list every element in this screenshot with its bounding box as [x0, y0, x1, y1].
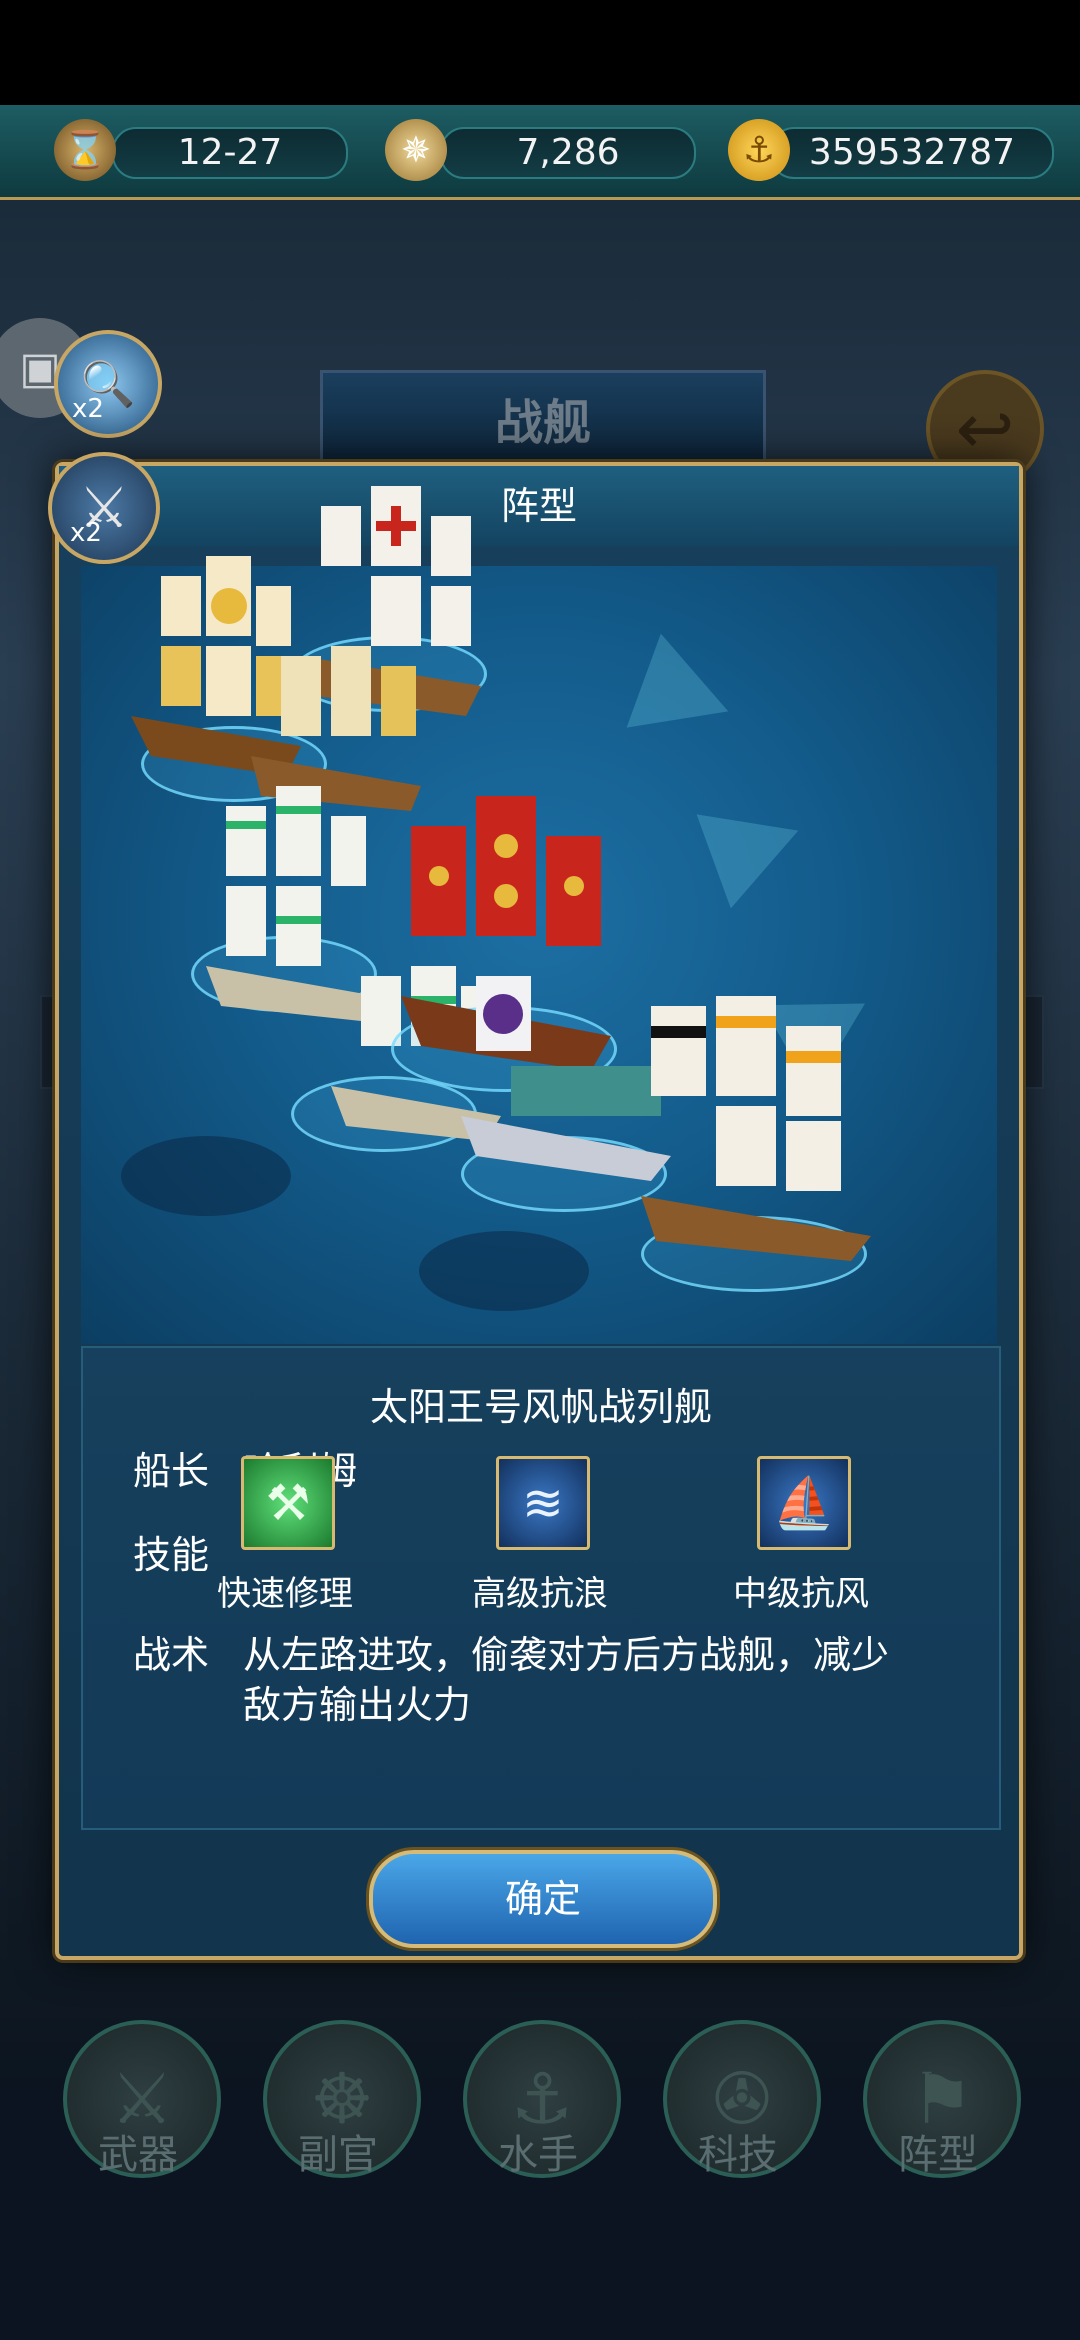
gold-value: 359532787 — [808, 132, 1016, 173]
magnifier-icon[interactable]: 🔍 x2 — [54, 330, 162, 438]
skill-label: 中级抗风 — [733, 1574, 869, 1614]
date-value: 12-27 — [177, 132, 283, 173]
magnifier-multiplier: x2 — [72, 394, 104, 424]
nav-weapon-label: 武器 — [98, 2132, 178, 2178]
skill-label: 高级抗浪 — [472, 1574, 608, 1614]
tactic-line-2: 敌方输出火力 — [243, 1683, 472, 1727]
status-bar — [0, 0, 1080, 105]
direction-arrow-icon — [696, 783, 816, 909]
skill-label: 快速修理 — [217, 1574, 353, 1614]
nav-sailor-label: 水手 — [498, 2132, 578, 2178]
empty-formation-slot[interactable] — [419, 1231, 589, 1311]
date-pill: 12-27 — [112, 127, 348, 179]
nav-formation-label: 阵型 — [898, 2132, 978, 2178]
gold-pill: 359532787 — [770, 127, 1054, 179]
hourglass-icon: ⌛ — [54, 119, 116, 181]
formation-ocean-view — [81, 486, 997, 1344]
nav-tech-label: 科技 — [698, 2132, 778, 2178]
compass-icon: ✵ — [385, 119, 447, 181]
wave-icon[interactable]: ≋ — [496, 1456, 590, 1550]
compass-pill: 7,286 — [440, 127, 696, 179]
compass-value: 7,286 — [516, 132, 620, 173]
repair-tools-icon[interactable]: ⚒ — [241, 1456, 335, 1550]
ship-info-panel: 太阳王号风帆战列舰 船长 哈利姆 技能 ⚒ 快速修理 ≋ 高级抗浪 ⛵ 中级抗风… — [81, 1346, 1001, 1830]
crossed-swords-icon[interactable]: ⚔ x2 — [48, 452, 160, 564]
swords-multiplier: x2 — [70, 518, 102, 548]
tactic-line-1: 从左路进攻，偷袭对方后方战舰，减少 — [243, 1633, 890, 1677]
background-title: 战舰 — [320, 370, 766, 476]
anchor-coin-icon: ⚓ — [728, 119, 790, 181]
direction-arrow-icon — [626, 633, 746, 759]
confirm-button[interactable]: 确定 — [369, 1850, 717, 1948]
ship-orange-stripe[interactable] — [631, 966, 891, 1266]
formation-dialog: 阵型 太阳王号风帆战列舰 船长 技能 ⚒ 快速修理 ≋ 高级抗浪 ⛵ 中级抗风 … — [55, 462, 1023, 1960]
tactic-label: 战术 — [133, 1633, 210, 1677]
ship-name: 太阳王号风帆战列舰 — [369, 1385, 712, 1429]
empty-formation-slot[interactable] — [121, 1136, 291, 1216]
captain-label: 船长 — [133, 1449, 210, 1493]
nav-officer-label: 副官 — [298, 2132, 378, 2178]
resource-bar: 12-27 ⌛ 7,286 ✵ 359532787 ⚓ — [0, 105, 1080, 201]
sail-wind-icon[interactable]: ⛵ — [757, 1456, 851, 1550]
